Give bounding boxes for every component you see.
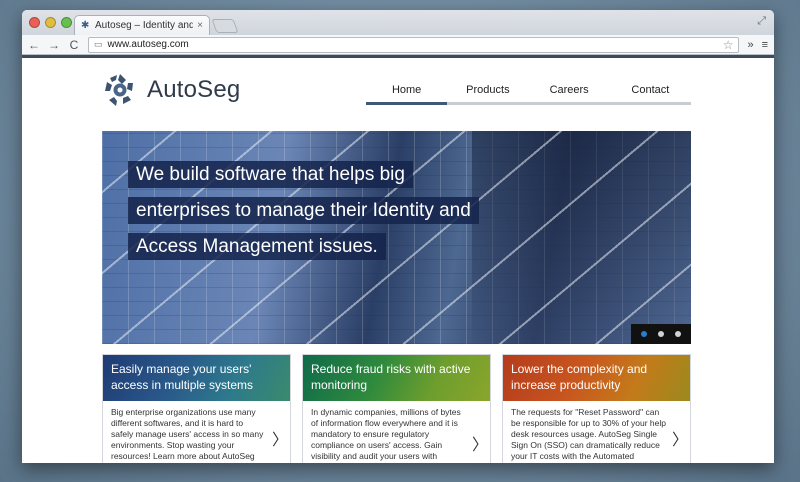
card-description: The requests for "Reset Password" can be… xyxy=(511,407,666,463)
new-tab-button[interactable] xyxy=(211,19,239,33)
menu-icon[interactable]: ≡ xyxy=(762,39,768,51)
page-icon: ▭ xyxy=(94,39,103,49)
chevron-right-icon[interactable]: 〉 xyxy=(672,432,688,448)
hero-headline: We build software that helps big enterpr… xyxy=(128,157,488,265)
main-nav: Home Products Careers Contact xyxy=(366,84,691,105)
tab-strip: ✱ Autoseg – Identity and Acc × ⤢ xyxy=(22,10,774,35)
close-window-icon[interactable] xyxy=(29,17,40,28)
back-button[interactable]: ← xyxy=(28,38,40,52)
hero-line-1: We build software that helps big xyxy=(128,161,413,188)
fullscreen-icon[interactable]: ⤢ xyxy=(757,15,766,28)
carousel-dots xyxy=(631,324,691,344)
address-bar[interactable]: ▭ www.autoseg.com ☆ xyxy=(88,36,740,53)
carousel-dot-2[interactable] xyxy=(658,331,664,337)
minimize-window-icon[interactable] xyxy=(45,17,56,28)
bookmark-star-icon[interactable]: ☆ xyxy=(723,38,734,52)
window-controls xyxy=(29,17,72,28)
nav-products[interactable]: Products xyxy=(447,84,529,105)
favicon-icon: ✱ xyxy=(81,19,90,31)
feature-cards: Easily manage your users' access in mult… xyxy=(102,354,691,463)
card-description: In dynamic companies, millions of bytes … xyxy=(311,407,461,463)
feature-card-iam[interactable]: Easily manage your users' access in mult… xyxy=(102,354,291,463)
logo-mark-icon xyxy=(105,74,133,106)
nav-home[interactable]: Home xyxy=(366,84,448,105)
feature-card-ccm[interactable]: Reduce fraud risks with active monitorin… xyxy=(302,354,491,463)
browser-toolbar: ← → C ▭ www.autoseg.com ☆ » ≡ xyxy=(22,35,774,55)
extensions-overflow-icon[interactable]: » xyxy=(747,39,753,51)
carousel-dot-3[interactable] xyxy=(675,331,681,337)
browser-window: ✱ Autoseg – Identity and Acc × ⤢ ← → C ▭… xyxy=(22,10,774,463)
maximize-window-icon[interactable] xyxy=(61,17,72,28)
webpage: AutoSeg Home Products Careers Contact We… xyxy=(22,58,774,463)
hero-line-2: enterprises to manage their Identity and xyxy=(128,197,479,224)
feature-card-sso[interactable]: Lower the complexity and increase produc… xyxy=(502,354,691,463)
forward-button[interactable]: → xyxy=(48,38,60,52)
url-text[interactable]: www.autoseg.com xyxy=(108,39,718,50)
tab-title: Autoseg – Identity and Acc xyxy=(95,20,194,31)
card-body: The requests for "Reset Password" can be… xyxy=(503,401,690,463)
nav-careers[interactable]: Careers xyxy=(528,84,610,105)
site-logo[interactable]: AutoSeg xyxy=(102,72,240,108)
hero-carousel[interactable]: We build software that helps big enterpr… xyxy=(102,131,691,344)
card-body: In dynamic companies, millions of bytes … xyxy=(303,401,490,463)
reload-button[interactable]: C xyxy=(68,38,80,52)
carousel-dot-1[interactable] xyxy=(641,331,647,337)
hero-line-3: Access Management issues. xyxy=(128,233,386,260)
browser-tab[interactable]: ✱ Autoseg – Identity and Acc × xyxy=(74,15,210,35)
card-body: Big enterprise organizations use many di… xyxy=(103,401,290,463)
logo-text: AutoSeg xyxy=(147,76,241,103)
chevron-right-icon[interactable]: 〉 xyxy=(272,432,288,448)
tab-close-icon[interactable]: × xyxy=(197,20,203,31)
card-title: Easily manage your users' access in mult… xyxy=(103,355,290,401)
card-title: Reduce fraud risks with active monitorin… xyxy=(303,355,490,401)
card-title: Lower the complexity and increase produc… xyxy=(503,355,690,401)
chevron-right-icon[interactable]: 〉 xyxy=(472,438,488,454)
nav-contact[interactable]: Contact xyxy=(609,84,691,105)
card-description: Big enterprise organizations use many di… xyxy=(111,407,264,463)
